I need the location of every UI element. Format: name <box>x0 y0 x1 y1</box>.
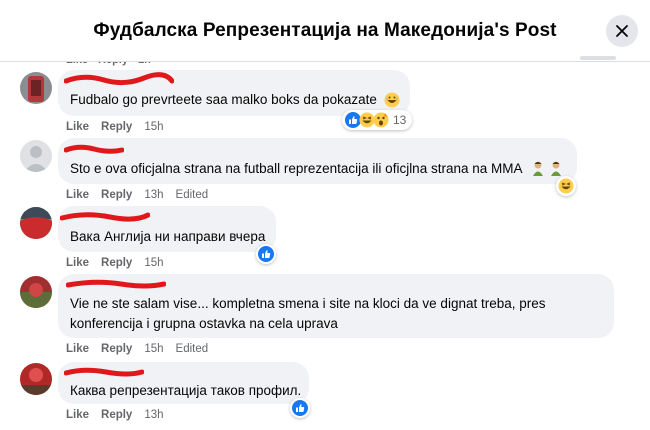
close-icon <box>616 25 628 37</box>
person-emoji-icon <box>532 161 543 176</box>
author-name-redaction <box>64 367 144 377</box>
comment-time[interactable]: 15h <box>144 257 163 269</box>
author-name-redaction <box>64 144 124 154</box>
comment-bubble: Каква репрезентација таков профил. <box>58 362 309 404</box>
comment-time[interactable]: 13h <box>144 409 163 421</box>
reaction-summary[interactable] <box>556 176 576 196</box>
author-name-redaction <box>66 279 166 289</box>
comment-actions: Like Reply 15h Edited <box>66 343 208 355</box>
dialog-header: Фудбалска Репрезентација на Македонија's… <box>0 0 650 62</box>
scrollbar-thumb[interactable] <box>580 56 616 60</box>
author-name-redaction <box>64 72 174 86</box>
comment-actions: Like Reply 13h Edited <box>66 189 208 201</box>
comment-time[interactable]: 15h <box>144 121 163 133</box>
haha-icon <box>558 178 574 194</box>
comment-text-line: konferencija i grupna ostavka na cela up… <box>70 316 338 331</box>
comment-text-line: Vie ne ste salam vise... kompletna smena… <box>70 296 546 311</box>
avatar[interactable] <box>20 276 52 308</box>
edited-label[interactable]: Edited <box>176 189 209 201</box>
comment-time[interactable]: 13h <box>144 189 163 201</box>
like-action[interactable]: Like <box>66 121 89 133</box>
person-emoji-icon <box>550 161 561 176</box>
avatar[interactable] <box>20 363 52 395</box>
comment-text: Sto e ova oficjalna strana na futball re… <box>70 159 564 179</box>
reply-action[interactable]: Reply <box>101 189 132 201</box>
reaction-summary[interactable] <box>290 398 310 418</box>
comment-actions: Like Reply 15h <box>66 121 164 133</box>
wow-icon <box>373 112 389 128</box>
edited-label[interactable]: Edited <box>176 343 209 355</box>
comment-text: Вака Англија ни направи вчера <box>70 229 266 244</box>
post-title: Фудбалска Репрезентација на Македонија's… <box>93 20 557 41</box>
comment-text: Каква репрезентација таков профил. <box>70 383 302 398</box>
like-icon <box>258 246 274 262</box>
reaction-summary[interactable] <box>256 244 276 264</box>
comment-time[interactable]: 15h <box>144 343 163 355</box>
like-action[interactable]: Like <box>66 189 89 201</box>
like-action[interactable]: Like <box>66 257 89 269</box>
comment-bubble: Vie ne ste salam vise... kompletna smena… <box>58 274 614 338</box>
avatar[interactable] <box>20 72 52 104</box>
reply-action[interactable]: Reply <box>101 121 132 133</box>
comment-actions: Like Reply 15h <box>66 257 164 269</box>
reply-action[interactable]: Reply <box>101 409 132 421</box>
grinning-emoji-icon <box>384 92 400 108</box>
comment-text-content: Sto e ova oficjalna strana na futball re… <box>70 161 522 176</box>
like-action[interactable]: Like <box>66 343 89 355</box>
avatar[interactable] <box>20 207 52 239</box>
reply-action[interactable]: Reply <box>101 257 132 269</box>
author-name-redaction <box>60 212 150 222</box>
comment-bubble: Вака Англија ни направи вчера <box>58 206 276 252</box>
like-icon <box>292 400 308 416</box>
avatar[interactable] <box>20 140 52 172</box>
reply-action[interactable]: Reply <box>101 343 132 355</box>
comment-text: Fudbalo go prevrteete saa malko boks da … <box>70 92 377 107</box>
comment-actions: Like Reply 13h <box>66 409 164 421</box>
close-button[interactable] <box>606 15 638 47</box>
comment-bubble: Sto e ova oficjalna strana na futball re… <box>58 138 577 184</box>
like-action[interactable]: Like <box>66 409 89 421</box>
reaction-count: 13 <box>393 113 407 127</box>
reaction-summary[interactable]: 13 <box>342 110 413 130</box>
